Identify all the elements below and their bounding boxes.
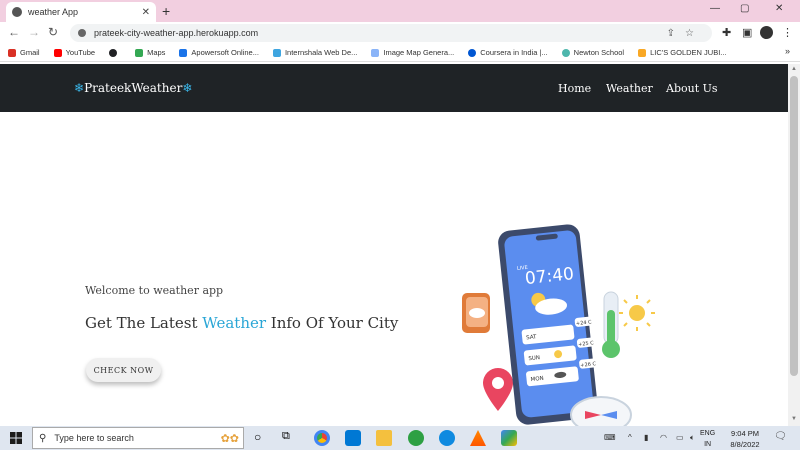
search-icon: ⚲ (39, 432, 47, 444)
menu-icon[interactable]: ⋮ (782, 26, 793, 39)
scroll-down-icon[interactable]: ▼ (791, 416, 797, 422)
location-pin-icon (483, 368, 513, 411)
bookmark-gmail[interactable]: Gmail (8, 48, 40, 57)
bookmark-youtube[interactable]: YouTube (53, 48, 95, 57)
brand-logo[interactable]: ❄PrateekWeather❄ (74, 81, 192, 95)
back-icon[interactable]: ← (8, 25, 20, 39)
bookmark-image-map[interactable]: Image Map Genera... (371, 48, 454, 57)
bookmark-internshala[interactable]: Internshala Web De... (272, 48, 357, 57)
apowersoft-icon (179, 48, 188, 57)
bookmarks-bar: Gmail YouTube Maps Apowersoft Online... … (0, 44, 800, 62)
forecast-temp-mon: +26 C (580, 361, 597, 369)
internshala-icon (272, 48, 281, 57)
search-highlight-icon: ✿✿ (220, 432, 239, 445)
display-icon[interactable]: ▭ (676, 433, 684, 442)
check-now-button[interactable]: CHECK NOW (86, 358, 161, 382)
gmail-icon (8, 48, 16, 57)
forecast-temp-sat: +24 C (576, 319, 593, 327)
forecast-day-sun: SUN (528, 355, 540, 362)
lic-icon (638, 48, 647, 57)
close-tab-icon[interactable]: ✕ (142, 7, 150, 18)
profile-avatar[interactable] (760, 26, 773, 39)
volume-icon[interactable]: 🔈︎ (690, 433, 695, 443)
keyboard-icon[interactable]: ⌨ (604, 433, 616, 442)
thermometer-icon (602, 291, 620, 358)
wifi-icon[interactable]: ◠ (660, 433, 667, 442)
weather-phone-illustration: LIVE 07:40 SAT +24 C SUN +25 C MON +26 C (462, 224, 655, 426)
taskbar-clock[interactable]: 9:04 PM 8/8/2022 (722, 428, 768, 450)
sun-icon (619, 295, 655, 331)
snowflake-icon: ❄ (74, 81, 85, 95)
image-map-icon (371, 48, 380, 57)
bookmarks-more-icon[interactable]: » (785, 46, 790, 56)
close-window-icon[interactable]: ✕ (775, 3, 783, 14)
battery-icon[interactable]: ▮ (644, 433, 648, 442)
task-view-icon[interactable]: ⧉ (282, 430, 298, 446)
vlc-icon[interactable] (470, 430, 486, 446)
forecast-day-sat: SAT (526, 334, 537, 341)
forward-icon[interactable]: → (28, 25, 40, 39)
lock-icon (78, 29, 86, 37)
bookmark-lic[interactable]: LIC'S GOLDEN JUBI... (638, 48, 727, 57)
nav-about-us[interactable]: About Us (666, 82, 718, 95)
hero-headline: Get The Latest Weather Info Of Your City (85, 314, 399, 332)
chrome-icon[interactable] (314, 430, 330, 446)
tab-title: weather App (28, 7, 79, 17)
notifications-icon[interactable]: 🗨︎ (774, 431, 787, 442)
forecast-temp-sun: +25 C (578, 340, 595, 348)
nav-home[interactable]: Home (558, 82, 591, 95)
new-tab-button[interactable]: + (162, 3, 170, 19)
site-navbar: ❄PrateekWeather❄ Home Weather About Us (0, 64, 788, 112)
bookmark-coursera[interactable]: Coursera in India |... (468, 48, 548, 57)
windows-taskbar: ⚲ Type here to search ✿✿ ○ ⧉ ⌨ ^ ▮ ◠ ▭ 🔈… (0, 426, 800, 450)
maps-pin-icon (135, 48, 144, 57)
show-hidden-icons[interactable]: ^ (628, 433, 632, 442)
taskbar-search-input[interactable]: ⚲ Type here to search ✿✿ (32, 427, 244, 449)
newton-school-icon (561, 48, 570, 57)
search-placeholder: Type here to search (54, 433, 134, 443)
address-bar[interactable]: prateek-city-weather-app.herokuapp.com ⇪… (70, 24, 712, 42)
file-explorer-icon[interactable] (376, 430, 392, 446)
coursera-icon (468, 48, 477, 57)
bookmark-newton-school[interactable]: Newton School (561, 48, 624, 57)
headline-accent: Weather (202, 314, 267, 332)
scrollbar-thumb[interactable] (790, 76, 798, 376)
clock-time: 9:04 PM (731, 429, 759, 438)
edge-icon[interactable] (439, 430, 455, 446)
snowflake-icon: ❄ (182, 81, 193, 95)
bookmark-apowersoft[interactable]: Apowersoft Online... (179, 48, 259, 57)
side-panel-icon[interactable]: ▣ (742, 26, 752, 39)
brand-name: PrateekWeather (84, 81, 183, 95)
url-text: prateek-city-weather-app.herokuapp.com (94, 28, 259, 38)
nav-weather[interactable]: Weather (606, 82, 653, 95)
app-icon[interactable] (501, 430, 517, 446)
scroll-up-icon[interactable]: ▲ (791, 66, 797, 72)
language-indicator[interactable]: ENG IN (700, 428, 715, 450)
clock-date: 8/8/2022 (730, 440, 760, 449)
bookmark-maps[interactable]: Maps (135, 48, 165, 57)
cortana-icon[interactable]: ○ (254, 430, 270, 446)
windows-start-icon[interactable] (10, 432, 22, 444)
welcome-text: Welcome to weather app (85, 284, 224, 297)
maximize-icon[interactable]: ▢ (740, 3, 749, 14)
globe-icon (109, 48, 118, 57)
youtube-icon (53, 48, 62, 57)
browser-tab-strip: weather App ✕ + — ▢ ✕ (0, 0, 800, 22)
share-and-star-icons[interactable]: ⇪☆ (667, 28, 704, 39)
globe-icon (12, 7, 22, 17)
page-scrollbar[interactable]: ▲ ▼ (788, 64, 800, 426)
minimize-icon[interactable]: — (710, 3, 720, 14)
compass-icon (570, 396, 632, 426)
browser-toolbar: ← → ↻ prateek-city-weather-app.herokuapp… (0, 22, 800, 44)
vscode-icon[interactable] (345, 430, 361, 446)
cloud-tile-icon (462, 293, 490, 333)
utorrent-icon[interactable] (408, 430, 424, 446)
bookmark-globe[interactable] (109, 48, 121, 57)
browser-tab[interactable]: weather App ✕ (6, 2, 156, 22)
extensions-icon[interactable]: ✚ (722, 26, 731, 39)
reload-icon[interactable]: ↻ (48, 25, 58, 39)
